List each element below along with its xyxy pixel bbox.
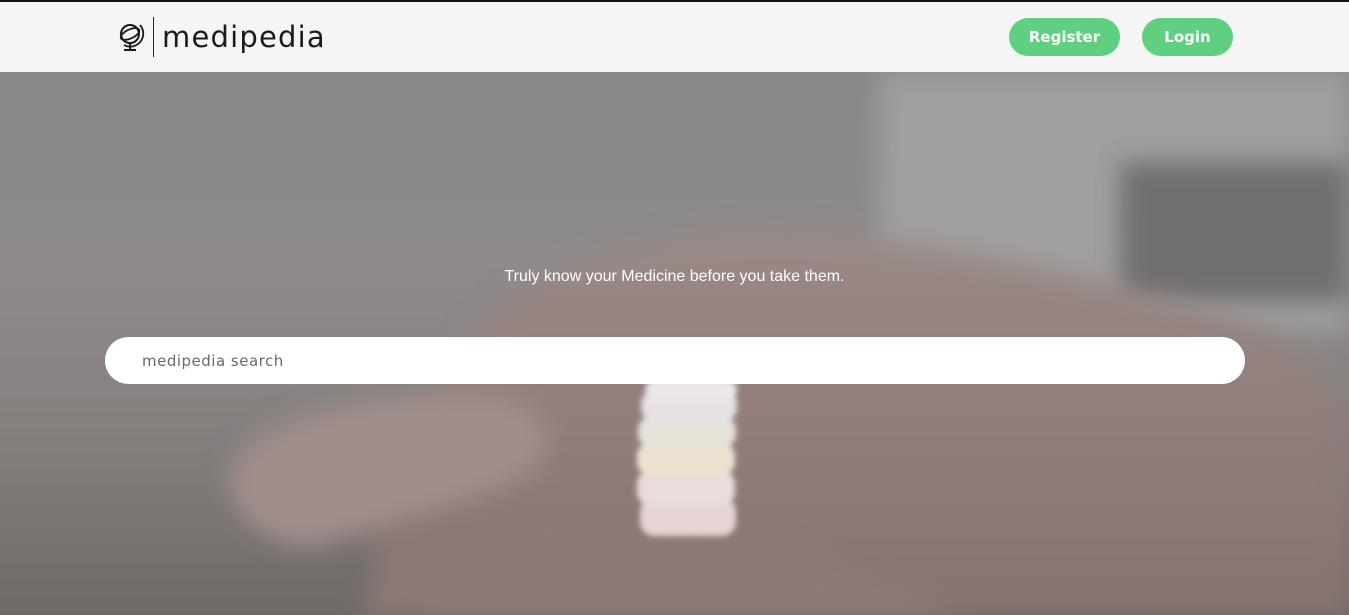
brand-divider (153, 17, 154, 57)
globe-stand-icon (119, 24, 145, 51)
brand-name: medipedia (162, 19, 326, 54)
brand-logo[interactable]: medipedia (115, 16, 326, 58)
search-input[interactable] (105, 337, 1245, 384)
hero-section: Truly know your Medicine before you take… (0, 72, 1349, 615)
hero-tagline: Truly know your Medicine before you take… (504, 268, 845, 285)
search-bar (105, 337, 1245, 384)
register-button[interactable]: Register (1009, 18, 1120, 56)
login-button[interactable]: Login (1142, 18, 1233, 56)
navbar: medipedia Register Login (0, 2, 1349, 72)
